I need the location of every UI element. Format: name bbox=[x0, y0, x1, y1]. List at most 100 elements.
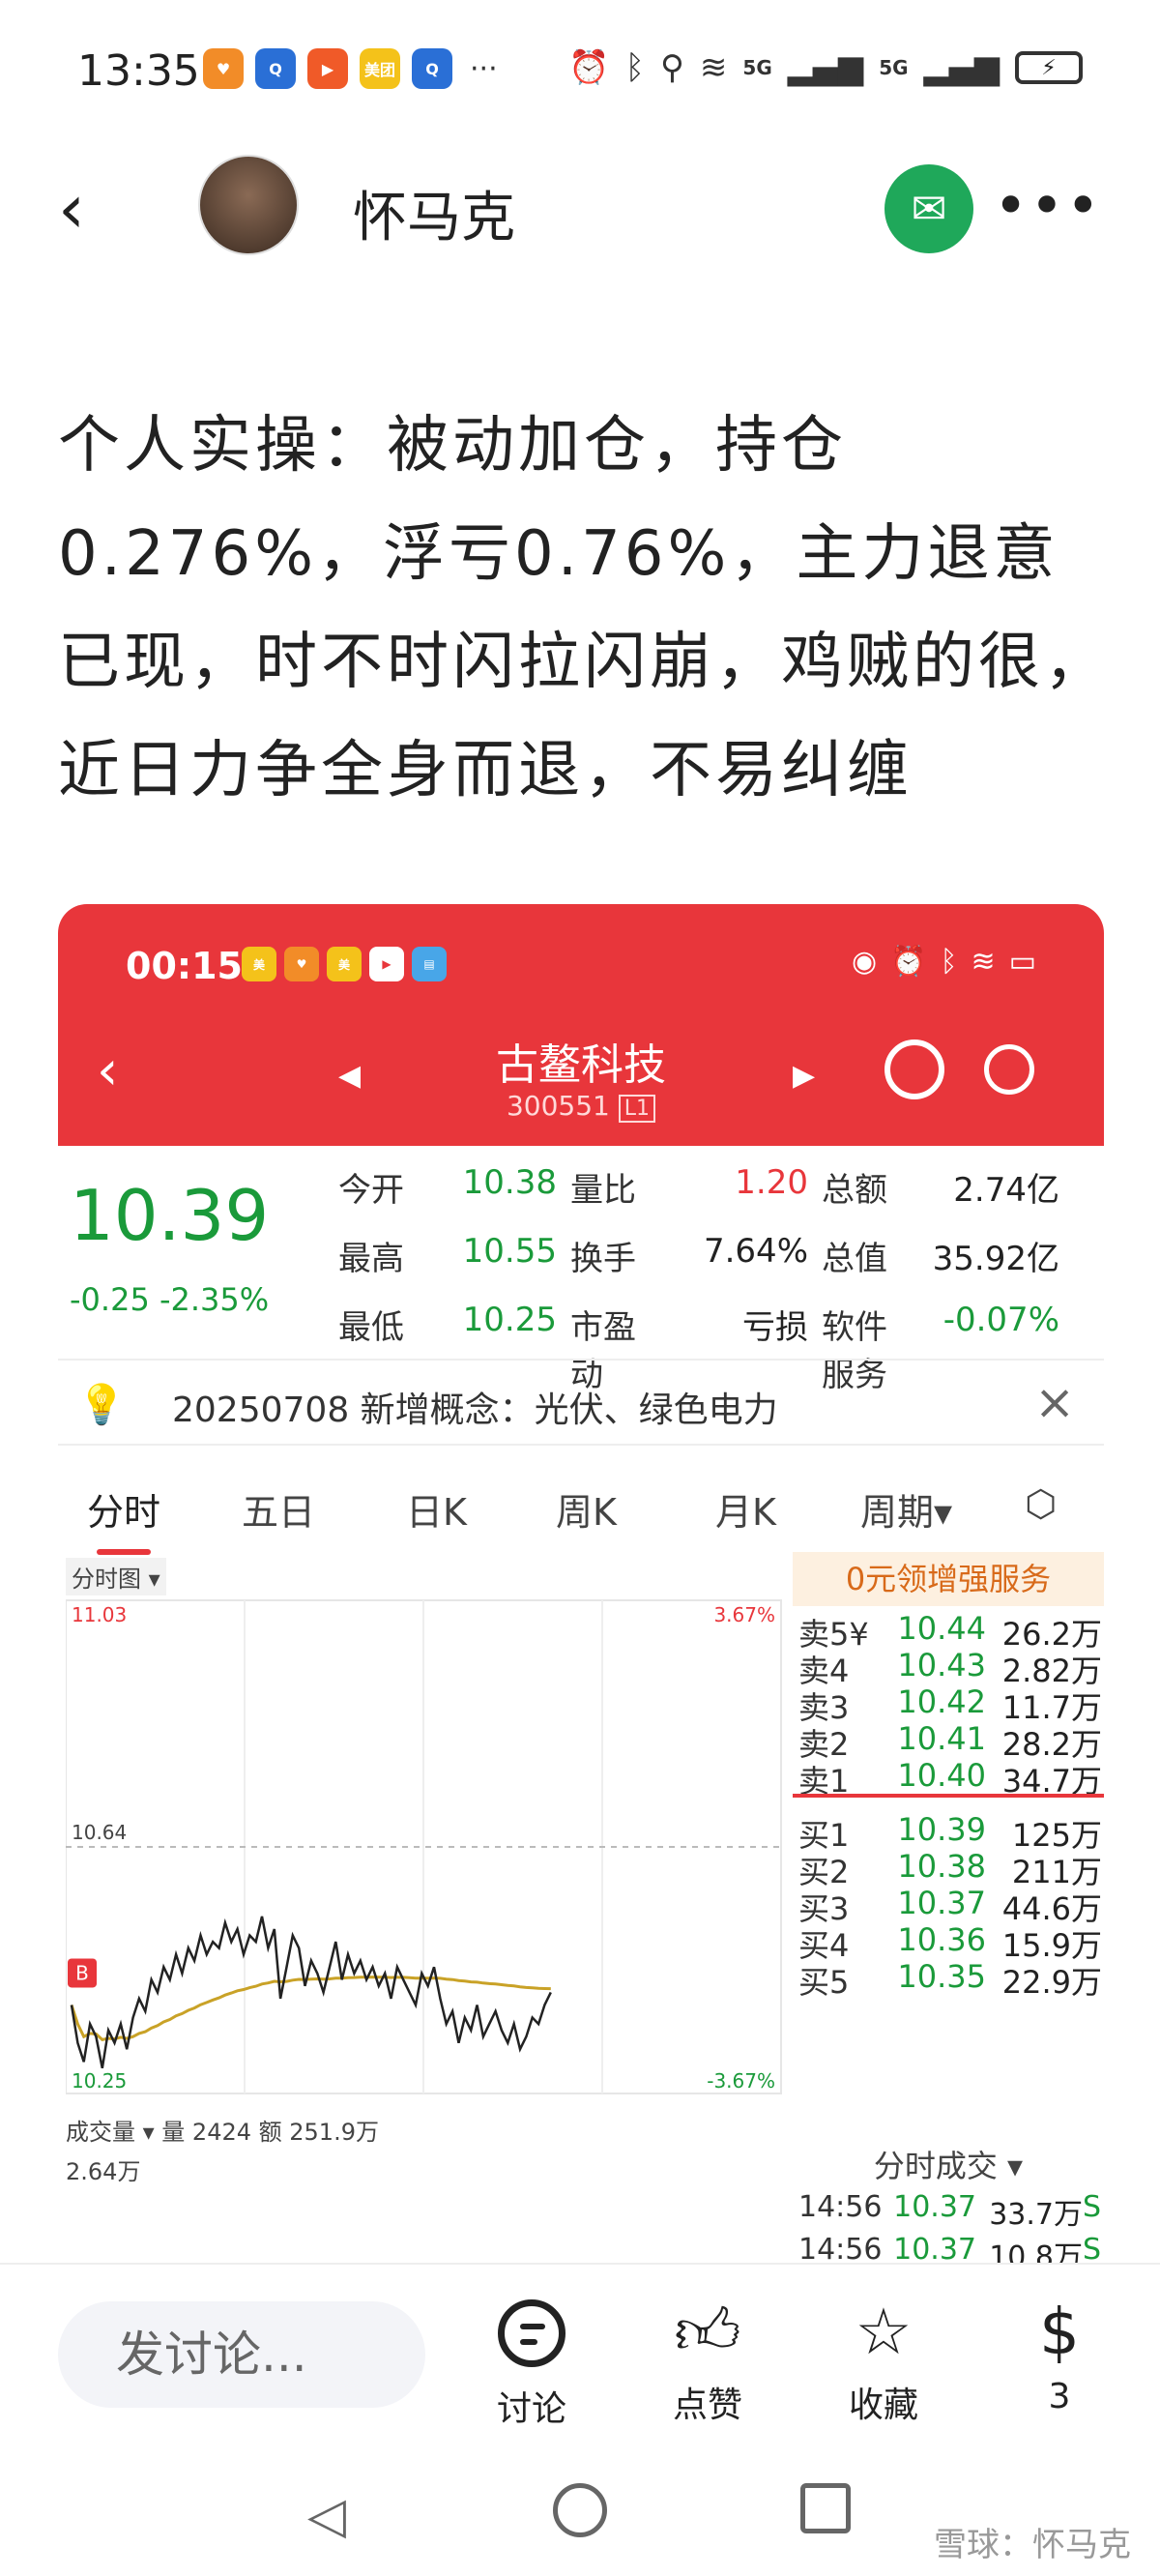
bluetooth-icon: ᛒ bbox=[624, 48, 645, 87]
intraday-chart-svg: 11.03 3.67% 10.64 10.25 -3.67% B bbox=[66, 1599, 782, 2094]
discuss-label: 讨论 bbox=[496, 2389, 566, 2429]
thumbs-up-icon: 👍︎ bbox=[674, 2295, 741, 2369]
chart-label-low-pct: -3.67% bbox=[707, 2069, 775, 2093]
like-button[interactable]: 👍︎ 点赞 bbox=[650, 2294, 766, 2427]
quote-value: 2.74亿 bbox=[953, 1171, 1059, 1210]
status-time: 13:35 bbox=[77, 46, 200, 96]
order-volume: 22.9万 bbox=[1001, 1964, 1102, 2001]
meituan-app-icon: 美团 bbox=[360, 48, 400, 89]
video-app-icon: ▶ bbox=[307, 48, 348, 89]
quote-value: 35.92亿 bbox=[932, 1240, 1059, 1278]
heart-icon: ♥ bbox=[284, 947, 319, 981]
tab-1[interactable]: 五日 bbox=[242, 1482, 315, 1536]
chart-label-low: 10.25 bbox=[72, 2069, 127, 2093]
tab-4[interactable]: 月K bbox=[715, 1482, 776, 1536]
signal-1-icon: 5G bbox=[742, 56, 772, 79]
order-level: 买5 bbox=[798, 1964, 850, 2001]
wifi-icon: ≋ bbox=[699, 48, 728, 87]
nav-home-icon[interactable] bbox=[553, 2483, 607, 2537]
concept-text: 20250708 新增概念：光伏、绿色电力 bbox=[172, 1390, 778, 1430]
close-icon[interactable]: × bbox=[1034, 1374, 1075, 1430]
volume-header: 成交量 ▾ 量 2424 额 251.9万 bbox=[66, 2119, 379, 2146]
trades-title[interactable]: 分时成交 ▾ bbox=[793, 2142, 1104, 2186]
embedded-status-time: 00:15 bbox=[126, 945, 243, 987]
nav-recent-icon[interactable] bbox=[800, 2483, 851, 2533]
star-icon: ☆ bbox=[855, 2295, 913, 2369]
back-icon[interactable]: ‹ bbox=[58, 169, 85, 249]
lightbulb-icon: 💡 bbox=[77, 1383, 126, 1427]
quote-label: 换手 bbox=[570, 1240, 636, 1278]
chart-label-prev-close: 10.64 bbox=[72, 1821, 127, 1844]
status-app-icons: ♥ Q ▶ 美团 Q ··· bbox=[203, 48, 498, 89]
tab-5[interactable]: 周期▾ bbox=[860, 1482, 952, 1536]
order-price: 10.40 bbox=[897, 1757, 986, 1794]
alarm-icon: ⏰ bbox=[890, 945, 927, 979]
bottom-action-bar: 发讨论... 讨论 👍︎ 点赞 ☆ 收藏 $ 3 bbox=[0, 2263, 1160, 2437]
play-icon: ▶ bbox=[369, 947, 404, 981]
system-nav-bar: ◁ 雪球：怀马克 bbox=[0, 2437, 1160, 2576]
discuss-button[interactable]: 讨论 bbox=[474, 2294, 590, 2431]
article-header: ‹ 怀马克 ✉ ••• bbox=[0, 145, 1160, 271]
reward-button[interactable]: $ 3 bbox=[1001, 2294, 1117, 2416]
quote-label: 总值 bbox=[822, 1240, 887, 1278]
order-row: 买5 10.35 22.9万 bbox=[793, 1958, 1104, 2006]
trade-row: 14:56 10.37 33.7万 S bbox=[793, 2190, 1104, 2233]
article-paragraph: 个人实操：被动加仓，持仓0.276%，浮亏0.76%，主力退意已现，时不时闪拉闪… bbox=[58, 410, 1110, 806]
location-icon: ⚲ bbox=[660, 48, 684, 87]
chart-label-high-pct: 3.67% bbox=[713, 1603, 775, 1626]
stock-code: 300551 L1 bbox=[58, 1090, 1104, 1123]
tab-0[interactable]: 分时 bbox=[87, 1482, 160, 1555]
search-icon[interactable] bbox=[984, 1044, 1034, 1095]
order-level: 卖1 bbox=[798, 1763, 850, 1800]
trade-side: S bbox=[1083, 2190, 1102, 2224]
quote-label: 量比 bbox=[570, 1171, 636, 1210]
book-icon: ▤ bbox=[412, 947, 447, 981]
intraday-chart[interactable]: 11.03 3.67% 10.64 10.25 -3.67% B 分时图 ▾ bbox=[66, 1552, 791, 2113]
battery-icon: ⚡ bbox=[1015, 51, 1083, 84]
comment-icon bbox=[498, 2299, 566, 2367]
tab-3[interactable]: 周K bbox=[556, 1482, 617, 1536]
chart-price-line bbox=[70, 1916, 552, 2069]
stock-header: 00:15 美 ♥ 美 ▶ ▤ ◉ ⏰ ᛒ ≋ ▭ ‹ ◀ 古鳌科技 30055… bbox=[58, 904, 1104, 1146]
like-label: 点赞 bbox=[672, 2386, 742, 2425]
alarm-icon: ⏰ bbox=[568, 48, 610, 87]
stock-code-badge: L1 bbox=[618, 1095, 656, 1123]
search-app-icon: Q bbox=[255, 48, 296, 89]
wechat-share-icon[interactable]: ✉ bbox=[884, 164, 973, 253]
tab-2[interactable]: 日K bbox=[406, 1482, 467, 1536]
concept-banner[interactable]: 💡 20250708 新增概念：光伏、绿色电力 × bbox=[58, 1359, 1104, 1446]
stock-name: 古鳌科技 bbox=[496, 1040, 666, 1090]
signal-bars-1-icon: ▂▄▆ bbox=[787, 48, 864, 87]
meituan-icon: 美 bbox=[242, 947, 276, 981]
chart-type-selector[interactable]: 分时图 ▾ bbox=[66, 1558, 166, 1595]
author-name[interactable]: 怀马克 bbox=[353, 174, 515, 252]
quote-value: 7.64% bbox=[703, 1232, 808, 1271]
embedded-status-indicators: ◉ ⏰ ᛒ ≋ ▭ bbox=[852, 945, 1036, 979]
order-price: 10.35 bbox=[897, 1958, 986, 1995]
more-icon[interactable]: ••• bbox=[994, 172, 1102, 240]
volume-panel: 成交量 ▾ 量 2424 额 251.9万 2.64万 bbox=[66, 2113, 791, 2277]
meituan-icon: 美 bbox=[327, 947, 362, 981]
signal-bars-2-icon: ▂▄▆ bbox=[923, 48, 1000, 87]
signal-2-icon: 5G bbox=[879, 56, 909, 79]
quote-value: 10.55 bbox=[462, 1232, 557, 1271]
promo-banner[interactable]: 0元领增强服务 bbox=[793, 1552, 1104, 1606]
quote-value: 10.38 bbox=[462, 1163, 557, 1202]
trade-price: 10.37 bbox=[893, 2190, 976, 2224]
trade-volume: 33.7万 bbox=[989, 2198, 1083, 2232]
quote-label: 今开 bbox=[338, 1171, 404, 1210]
nav-back-icon[interactable]: ◁ bbox=[307, 2487, 346, 2545]
embedded-stock-screenshot[interactable]: 00:15 美 ♥ 美 ▶ ▤ ◉ ⏰ ᛒ ≋ ▭ ‹ ◀ 古鳌科技 30055… bbox=[58, 904, 1104, 2277]
status-indicators: ⏰ ᛒ ⚲ ≋ 5G ▂▄▆ 5G ▂▄▆ ⚡ bbox=[568, 48, 1083, 87]
next-stock-icon[interactable]: ▶ bbox=[793, 1059, 815, 1093]
watermark: 雪球：怀马克 bbox=[934, 2526, 1131, 2564]
settings-hex-icon[interactable]: ⬡ bbox=[1025, 1482, 1057, 1525]
dollar-icon: $ bbox=[1039, 2295, 1080, 2369]
author-avatar[interactable] bbox=[198, 155, 299, 255]
favorite-button[interactable]: ☆ 收藏 bbox=[826, 2294, 942, 2427]
price-change: -0.25 -2.35% bbox=[70, 1281, 270, 1318]
trade-time: 14:56 bbox=[798, 2190, 883, 2224]
robot-icon[interactable] bbox=[884, 1039, 944, 1099]
discuss-input[interactable]: 发讨论... bbox=[58, 2301, 425, 2408]
buy-marker-label: B bbox=[75, 1961, 89, 1984]
